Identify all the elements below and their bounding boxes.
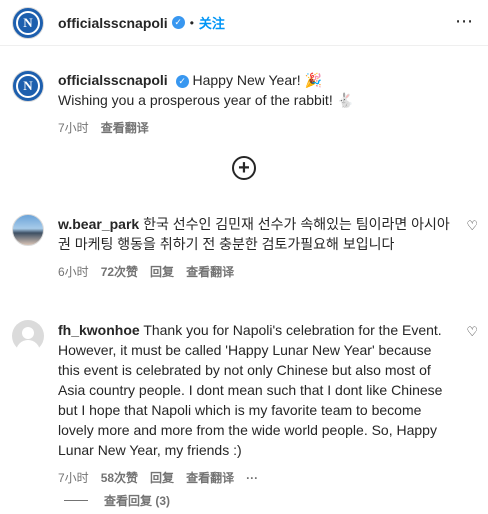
follow-button[interactable]: 关注	[199, 13, 225, 32]
verified-badge-icon: ✓	[171, 16, 185, 29]
comment-text-line: w.bear_park 한국 선수인 김민재 선수가 속해있는 팀이라면 아시아…	[58, 214, 454, 254]
divider-line	[64, 500, 88, 501]
see-translation-button[interactable]: 查看翻译	[186, 262, 234, 282]
comment-meta: 6小时 72次赞 回复 查看翻译	[58, 262, 454, 282]
default-avatar-body	[16, 340, 40, 354]
caption-first-line: officialsscnapoli ✓ Happy New Year! 🎉	[58, 70, 354, 90]
likes-count[interactable]: 58次赞	[101, 468, 138, 488]
heart-outline-icon[interactable]: ♡	[466, 324, 478, 340]
heart-outline-icon[interactable]: ♡	[466, 218, 478, 234]
timestamp: 6小时	[58, 265, 89, 279]
reply-button[interactable]: 回复	[150, 262, 174, 282]
default-avatar-head	[22, 327, 34, 339]
avatar[interactable]: N	[12, 70, 44, 102]
avatar[interactable]: N	[12, 6, 44, 39]
caption-meta: 7小时 查看翻译	[58, 118, 354, 138]
caption-body: officialsscnapoli ✓ Happy New Year! 🎉 Wi…	[58, 70, 354, 138]
napoli-logo-icon: N	[16, 74, 40, 98]
avatar[interactable]	[12, 320, 44, 354]
comment-more-icon[interactable]: ···	[246, 468, 258, 488]
comment-body: fh_kwonhoe Thank you for Napoli's celebr…	[58, 320, 454, 488]
comment-text-line: fh_kwonhoe Thank you for Napoli's celebr…	[58, 320, 454, 460]
comment-text: Thank you for Napoli's celebration for t…	[58, 322, 443, 458]
see-translation-button[interactable]: 查看翻译	[186, 468, 234, 488]
comment-body: w.bear_park 한국 선수인 김민재 선수가 속해있는 팀이라면 아시아…	[58, 214, 454, 282]
likes-count[interactable]: 72次赞	[101, 262, 138, 282]
comment-username[interactable]: fh_kwonhoe	[58, 322, 140, 338]
reply-button[interactable]: 回复	[150, 468, 174, 488]
see-translation-button[interactable]: 查看翻译	[101, 118, 149, 138]
verified-badge-icon: ✓	[175, 74, 189, 88]
timestamp: 7小时	[58, 471, 89, 485]
caption-username[interactable]: officialsscnapoli	[58, 72, 168, 88]
napoli-logo-icon: N	[16, 10, 40, 35]
comment-item: w.bear_park 한국 선수인 김민재 선수가 속해있는 팀이라면 아시아…	[12, 214, 478, 282]
avatar[interactable]	[12, 214, 44, 246]
view-replies-label[interactable]: 查看回复 (3)	[104, 492, 170, 509]
post-caption: N officialsscnapoli ✓ Happy New Year! 🎉 …	[12, 70, 472, 138]
comment-username[interactable]: w.bear_park	[58, 216, 139, 232]
caption-line2: Wishing you a prosperous year of the rab…	[58, 92, 355, 108]
caption-line1: Happy New Year! 🎉	[192, 72, 322, 88]
add-circle-icon[interactable]: +	[232, 156, 256, 180]
view-replies-button[interactable]: 查看回复 (3)	[64, 492, 170, 509]
separator-dot: •	[189, 15, 194, 30]
comment-meta: 7小时 58次赞 回复 查看翻译 ···	[58, 468, 454, 488]
timestamp: 7小时	[58, 121, 89, 135]
comment-item: fh_kwonhoe Thank you for Napoli's celebr…	[12, 320, 478, 488]
post-header: N officialsscnapoli ✓ • 关注 ⋯	[0, 0, 488, 46]
more-options-icon[interactable]: ⋯	[455, 12, 474, 30]
header-username[interactable]: officialsscnapoli	[58, 15, 168, 31]
